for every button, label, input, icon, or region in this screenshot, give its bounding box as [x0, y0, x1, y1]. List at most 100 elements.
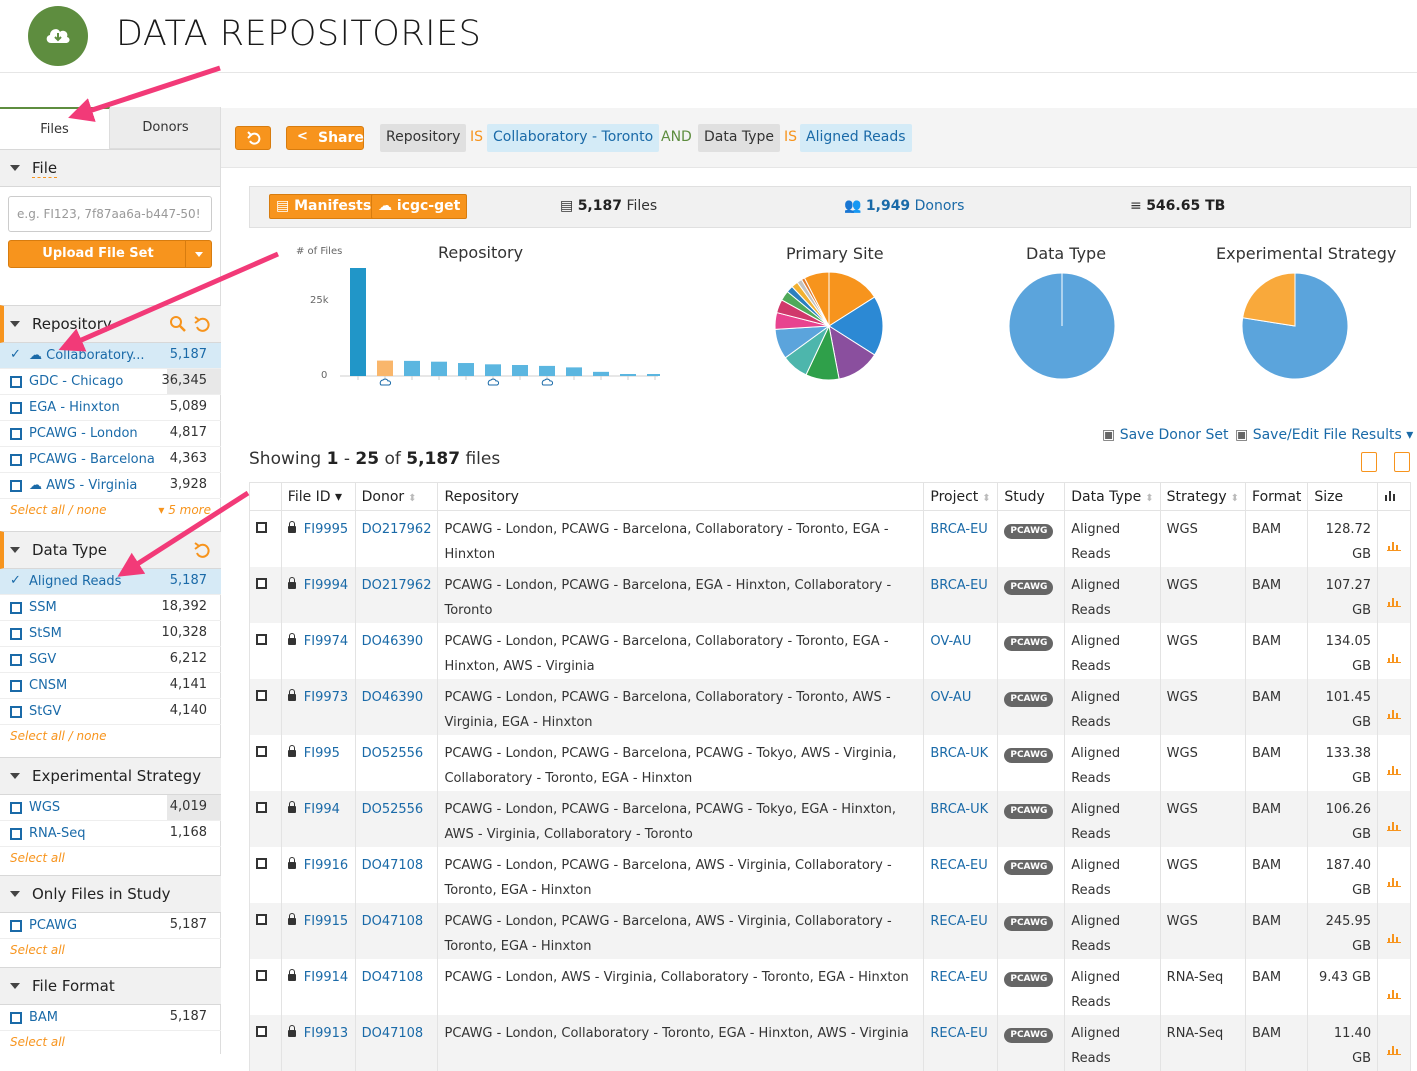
bar[interactable]: [350, 268, 366, 376]
file-id-link[interactable]: FI995: [304, 746, 340, 761]
checkbox[interactable]: [10, 428, 22, 440]
checkbox[interactable]: [10, 654, 22, 666]
table-row[interactable]: FI9973 DO46390 PCAWG - London, PCAWG - Bar…: [249, 679, 1411, 735]
donor-link[interactable]: DO47108: [362, 858, 424, 873]
row-checkbox[interactable]: [256, 914, 267, 925]
column-file-id[interactable]: File ID ▾: [280, 482, 356, 511]
project-link[interactable]: RECA-EU: [930, 1026, 987, 1041]
bar-chart-icon[interactable]: [1387, 539, 1402, 551]
query-value-data-type[interactable]: Aligned Reads: [800, 124, 912, 152]
column-donor[interactable]: Donor ⬍: [354, 482, 439, 511]
table-row[interactable]: FI995 DO52556 PCAWG - London, PCAWG - Barc…: [249, 735, 1411, 791]
project-link[interactable]: RECA-EU: [930, 970, 987, 985]
bar[interactable]: [404, 360, 420, 376]
strategy-facet-header[interactable]: Experimental Strategy: [0, 757, 221, 795]
file-id-link[interactable]: FI9914: [304, 970, 348, 985]
repository-item[interactable]: PCAWG - Barcelona 4,363: [0, 447, 221, 473]
upload-file-set-button[interactable]: Upload File Set: [8, 240, 212, 268]
bar-chart-icon[interactable]: [1387, 1043, 1402, 1055]
file-id-link[interactable]: FI9915: [304, 914, 348, 929]
collapse-caret-icon[interactable]: [10, 773, 20, 779]
select-all-link[interactable]: Select all / none: [0, 725, 221, 749]
select-all-link[interactable]: Select all: [0, 939, 221, 963]
project-link[interactable]: BRCA-UK: [930, 802, 988, 817]
table-row[interactable]: FI9914 DO47108 PCAWG - London, AWS - Virgi…: [249, 959, 1411, 1015]
strategy-item[interactable]: RNA-Seq 1,168: [0, 821, 221, 847]
checkbox[interactable]: [10, 628, 22, 640]
data-type-facet-header[interactable]: Data Type: [0, 531, 221, 569]
collapse-caret-icon[interactable]: [10, 547, 20, 553]
table-row[interactable]: FI9994 DO217962 PCAWG - London, PCAWG - Ba…: [249, 567, 1411, 623]
study-item[interactable]: PCAWG 5,187: [0, 913, 221, 939]
donor-link[interactable]: DO47108: [362, 970, 424, 985]
query-field-repository[interactable]: Repository: [380, 124, 467, 152]
table-row[interactable]: FI9913 DO47108 PCAWG - London, Collaborato…: [249, 1015, 1411, 1071]
repository-item[interactable]: GDC - Chicago 36,345: [0, 369, 221, 395]
more-link[interactable]: ▾ 5 more: [158, 503, 211, 517]
study-facet-header[interactable]: Only Files in Study: [0, 875, 221, 913]
data-type-item[interactable]: SGV 6,212: [0, 647, 221, 673]
tab-files[interactable]: Files: [0, 107, 110, 149]
project-link[interactable]: RECA-EU: [930, 914, 987, 929]
project-link[interactable]: OV-AU: [930, 690, 971, 705]
select-all-link[interactable]: Select all: [0, 847, 221, 871]
bar-chart-icon[interactable]: [1387, 875, 1402, 887]
table-row[interactable]: FI9915 DO47108 PCAWG - London, PCAWG - Bar…: [249, 903, 1411, 959]
checkbox[interactable]: [10, 402, 22, 414]
row-checkbox[interactable]: [256, 802, 267, 813]
checkbox[interactable]: [10, 1012, 22, 1024]
bar[interactable]: [593, 371, 609, 376]
select-all-link[interactable]: Select all / none ▾ 5 more: [0, 499, 221, 523]
bar[interactable]: [566, 367, 582, 376]
column-strategy[interactable]: Strategy ⬍: [1159, 482, 1247, 511]
bar-chart-icon[interactable]: [1387, 595, 1402, 607]
table-row[interactable]: FI994 DO52556 PCAWG - London, PCAWG - Barc…: [249, 791, 1411, 847]
column-project[interactable]: Project ⬍: [923, 482, 999, 511]
table-row[interactable]: FI9916 DO47108 PCAWG - London, PCAWG - Bar…: [249, 847, 1411, 903]
collapse-caret-icon[interactable]: [10, 165, 20, 171]
file-id-search-input[interactable]: e.g. FI123, 7f87aa6a-b447-50!: [8, 196, 212, 232]
row-checkbox[interactable]: [256, 690, 267, 701]
checkbox[interactable]: [10, 480, 22, 492]
checkbox[interactable]: [10, 680, 22, 692]
donors-stat[interactable]: 👥 1,949 Donors: [844, 198, 964, 214]
bar[interactable]: [377, 360, 393, 376]
strategy-item[interactable]: WGS 4,019: [0, 795, 221, 821]
data-type-item[interactable]: StSM 10,328: [0, 621, 221, 647]
save-donor-set-link[interactable]: ▣ Save Donor Set: [1102, 427, 1228, 443]
repository-bar-chart[interactable]: [340, 262, 660, 390]
bar-chart-icon[interactable]: [1387, 931, 1402, 943]
checkbox[interactable]: [10, 706, 22, 718]
bar[interactable]: [620, 374, 636, 376]
export-document-icon[interactable]: [1394, 452, 1410, 472]
project-link[interactable]: RECA-EU: [930, 858, 987, 873]
search-icon[interactable]: [169, 315, 213, 333]
repository-item[interactable]: ☁ AWS - Virginia 3,928: [0, 473, 221, 499]
bar[interactable]: [485, 364, 501, 376]
checkbox[interactable]: [10, 454, 22, 466]
format-item[interactable]: BAM 5,187: [0, 1005, 221, 1031]
checkbox[interactable]: [10, 920, 22, 932]
row-checkbox[interactable]: [256, 634, 267, 645]
undo-button[interactable]: [235, 126, 271, 150]
row-checkbox[interactable]: [256, 746, 267, 757]
query-field-data-type[interactable]: Data Type: [698, 124, 781, 152]
bar-chart-icon[interactable]: [1387, 763, 1402, 775]
donor-link[interactable]: DO46390: [362, 634, 424, 649]
donor-link[interactable]: DO52556: [362, 802, 424, 817]
format-facet-header[interactable]: File Format: [0, 967, 221, 1005]
icgc-get-button[interactable]: ☁ icgc-get: [371, 194, 468, 219]
donor-link[interactable]: DO46390: [362, 690, 424, 705]
data-type-item[interactable]: StGV 4,140: [0, 699, 221, 725]
checkbox[interactable]: [10, 802, 22, 814]
donor-link[interactable]: DO217962: [362, 578, 432, 593]
table-row[interactable]: FI9974 DO46390 PCAWG - London, PCAWG - Bar…: [249, 623, 1411, 679]
upload-dropdown-icon[interactable]: [185, 241, 211, 267]
donor-link[interactable]: DO217962: [362, 522, 432, 537]
file-id-link[interactable]: FI9973: [304, 690, 348, 705]
collapse-caret-icon[interactable]: [10, 891, 20, 897]
repository-item[interactable]: ✓ ☁ Collaboratory... 5,187: [0, 343, 221, 369]
bar[interactable]: [431, 361, 447, 376]
share-button[interactable]: < Share: [286, 126, 364, 150]
column-data-type[interactable]: Data Type ⬍: [1064, 482, 1161, 511]
